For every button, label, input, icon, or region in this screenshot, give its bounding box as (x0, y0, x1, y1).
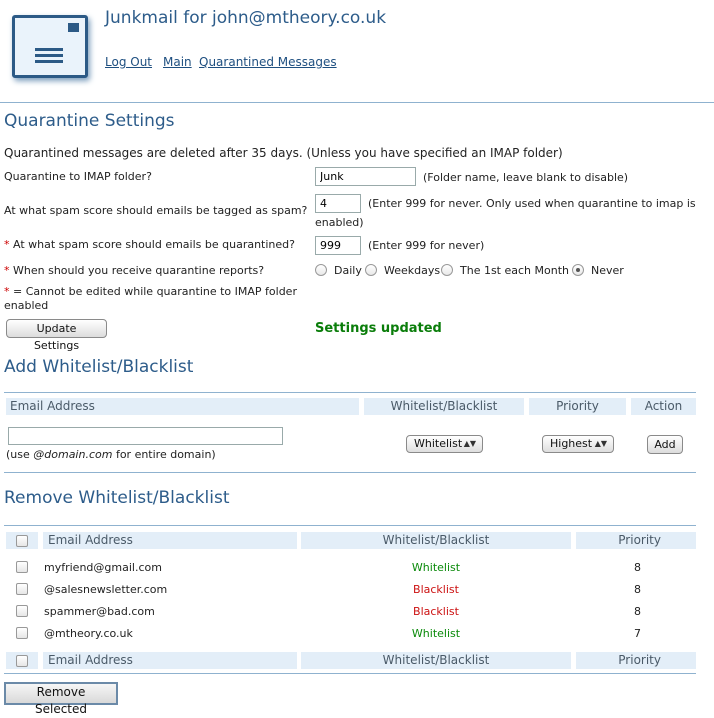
row-priority: 7 (634, 627, 641, 640)
add-table-bottom-border (4, 472, 696, 473)
add-button[interactable]: Add (647, 435, 683, 454)
remove-selected-button[interactable]: Remove Selected (4, 682, 118, 716)
row-priority: 8 (634, 605, 641, 618)
add-header-priority: Priority (529, 398, 626, 415)
report-never-radio[interactable] (572, 264, 584, 276)
row-priority: 8 (634, 561, 641, 574)
row-list-type: Whitelist (411, 627, 461, 640)
report-monthly-label: The 1st each Month (460, 264, 569, 277)
select-arrows-icon: ▲▼ (594, 439, 607, 448)
quarantine-score-hint: (Enter 999 for never) (368, 239, 485, 252)
quarantine-score-input[interactable] (315, 236, 361, 255)
priority-select[interactable]: Highest ▲▼ (542, 435, 614, 453)
imap-folder-input[interactable] (315, 167, 416, 186)
tag-score-label: At what spam score should emails be tagg… (4, 204, 308, 217)
header-divider (0, 102, 714, 103)
row-email: @mtheory.co.uk (44, 627, 133, 640)
deletion-notice: Quarantined messages are deleted after 3… (4, 146, 563, 160)
required-star: * (4, 238, 10, 251)
edit-restriction-note-cont: enabled (4, 299, 49, 312)
tag-score-hint-cont: enabled) (315, 216, 364, 229)
report-weekdays-radio[interactable] (365, 264, 377, 276)
row-checkbox[interactable] (16, 605, 28, 617)
row-checkbox[interactable] (16, 583, 28, 595)
row-checkbox[interactable] (16, 627, 28, 639)
row-email: myfriend@gmail.com (44, 561, 162, 574)
remove-footer-priority: Priority (576, 652, 696, 669)
row-list-type: Blacklist (413, 583, 459, 596)
edit-restriction-note: * = Cannot be edited while quarantine to… (4, 285, 297, 298)
report-monthly-radio[interactable] (441, 264, 453, 276)
page-title: Junkmail for john@mtheory.co.uk (105, 8, 387, 28)
quarantined-messages-link[interactable]: Quarantined Messages (199, 55, 337, 69)
row-list-type: Blacklist (413, 605, 459, 618)
main-link[interactable]: Main (163, 55, 192, 69)
report-never-label: Never (591, 264, 624, 277)
add-header-list: Whitelist/Blacklist (364, 398, 524, 415)
settings-status: Settings updated (315, 321, 442, 336)
report-frequency-label: * When should you receive quarantine rep… (4, 264, 265, 277)
imap-folder-label: Quarantine to IMAP folder? (4, 170, 152, 183)
add-header-email: Email Address (6, 398, 359, 415)
add-table-top-border (4, 392, 696, 393)
envelope-logo-icon (12, 15, 88, 78)
select-all-footer-checkbox[interactable] (16, 655, 28, 667)
remove-header-priority: Priority (576, 532, 696, 549)
quarantine-settings-title: Quarantine Settings (4, 111, 175, 131)
tag-score-input[interactable] (315, 194, 361, 213)
remove-footer-list: Whitelist/Blacklist (301, 652, 571, 669)
report-daily-radio[interactable] (315, 264, 327, 276)
required-star: * (4, 285, 10, 298)
list-type-select[interactable]: Whitelist ▲▼ (406, 435, 483, 453)
row-email: spammer@bad.com (44, 605, 155, 618)
add-header-action: Action (631, 398, 696, 415)
select-arrows-icon: ▲▼ (463, 439, 476, 448)
row-priority: 8 (634, 583, 641, 596)
add-list-title: Add Whitelist/Blacklist (4, 357, 194, 377)
report-daily-label: Daily (334, 264, 362, 277)
logout-link[interactable]: Log Out (105, 55, 152, 69)
tag-score-hint: (Enter 999 for never. Only used when qua… (368, 197, 696, 210)
add-email-input[interactable] (8, 427, 283, 445)
update-settings-button[interactable]: Update Settings (6, 319, 107, 352)
row-email: @salesnewsletter.com (44, 583, 168, 596)
remove-footer-email: Email Address (43, 652, 297, 669)
row-list-type: Whitelist (411, 561, 461, 574)
remove-list-title: Remove Whitelist/Blacklist (4, 488, 230, 508)
select-all-checkbox[interactable] (16, 535, 28, 547)
imap-folder-hint: (Folder name, leave blank to disable) (423, 171, 629, 184)
remove-table-top-border (4, 525, 696, 526)
report-weekdays-label: Weekdays (384, 264, 441, 277)
remove-header-list: Whitelist/Blacklist (301, 532, 571, 549)
quarantine-score-label: * At what spam score should emails be qu… (4, 238, 295, 251)
remove-header-email: Email Address (43, 532, 297, 549)
row-checkbox[interactable] (16, 561, 28, 573)
remove-table-bottom-border (4, 673, 696, 674)
domain-hint: (use @domain.com for entire domain) (6, 448, 216, 461)
required-star: * (4, 264, 10, 277)
